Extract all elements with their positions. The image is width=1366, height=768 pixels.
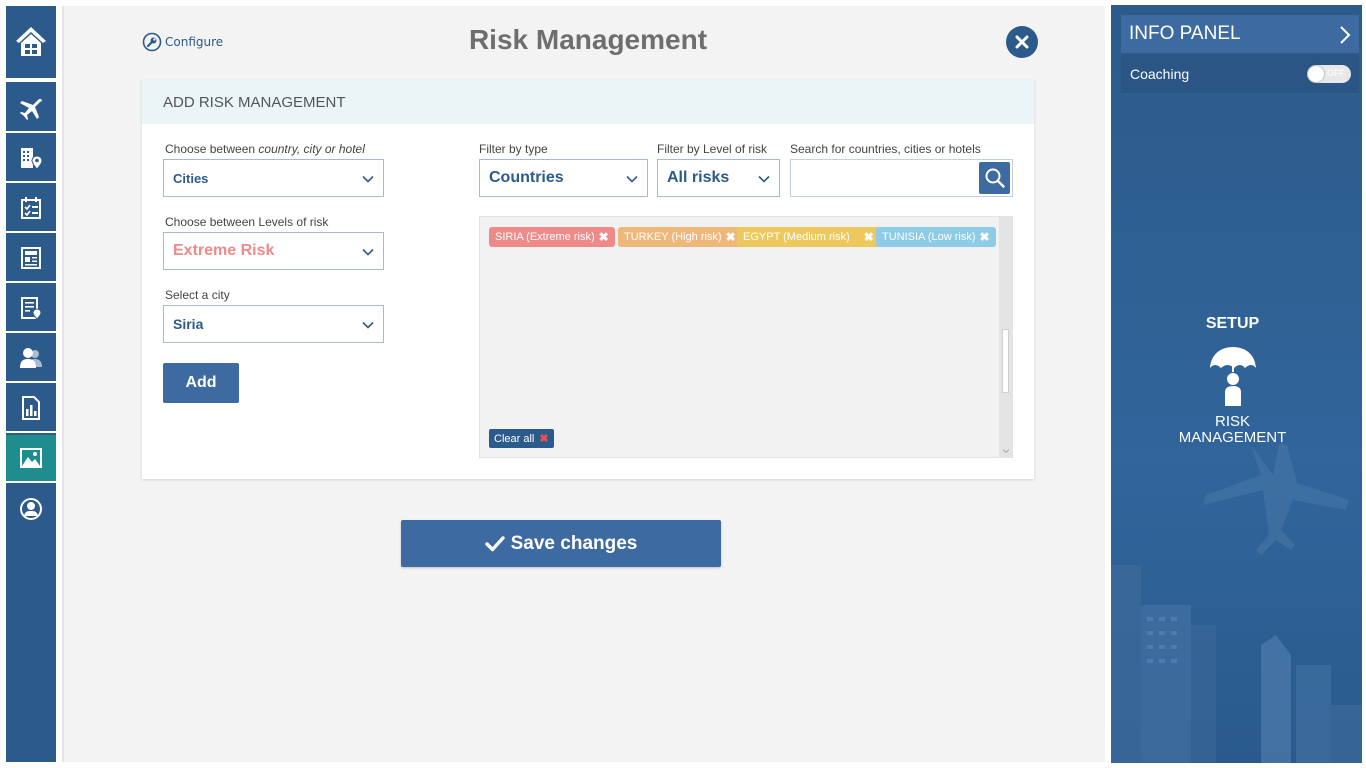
newspaper-icon — [21, 247, 41, 269]
left-navigation — [6, 6, 56, 762]
clear-all-label: Clear all — [494, 432, 535, 445]
type-select-value: Cities — [173, 170, 209, 186]
tag-label: TURKEY (High risk) — [624, 231, 722, 243]
configure-link[interactable]: Configure — [142, 32, 223, 52]
search-field[interactable] — [790, 159, 1013, 197]
tag-label: EGYPT (Medium risk) — [743, 231, 850, 243]
chevron-down-icon — [626, 175, 638, 183]
report-location-icon — [21, 297, 42, 320]
scroll-down-arrow-icon[interactable] — [1002, 447, 1010, 455]
nav-report-charts[interactable] — [6, 385, 56, 433]
chevron-down-icon — [362, 248, 374, 256]
search-button[interactable] — [979, 162, 1010, 194]
chevron-down-icon — [362, 321, 374, 329]
city-select[interactable]: Siria — [163, 305, 384, 343]
home-icon — [16, 27, 46, 56]
tag-label: TUNISIA (Low risk) — [882, 231, 976, 243]
hotel-location-icon — [21, 148, 43, 170]
profile-icon — [20, 498, 42, 520]
search-label: Search for countries, cities or hotels — [790, 142, 981, 156]
wrench-icon — [142, 32, 162, 52]
close-button[interactable] — [1006, 26, 1038, 58]
info-panel-title: INFO PANEL — [1129, 23, 1241, 44]
nav-users[interactable] — [6, 335, 56, 383]
nav-hotels[interactable] — [6, 135, 56, 183]
remove-tag-icon[interactable]: ✖ — [864, 230, 874, 244]
chevron-down-icon — [758, 175, 770, 183]
filter-level-select[interactable]: All risks — [657, 159, 780, 197]
nav-profile[interactable] — [6, 485, 56, 533]
nav-reports-location[interactable] — [6, 285, 56, 333]
plane-icon — [20, 98, 42, 120]
tag-turkey[interactable]: TURKEY (High risk) ✖ — [618, 227, 742, 247]
coaching-toggle[interactable]: OFF — [1307, 65, 1351, 83]
city-label: Select a city — [165, 288, 230, 302]
remove-tag-icon[interactable]: ✖ — [599, 230, 609, 244]
tag-egypt[interactable]: EGYPT (Medium risk) ✖ — [737, 227, 880, 247]
configure-label: Configure — [165, 35, 224, 49]
info-panel-header[interactable]: INFO PANEL — [1121, 15, 1359, 53]
filter-type-label: Filter by type — [479, 142, 548, 156]
setup-title: SETUP — [1205, 315, 1260, 332]
remove-tag-icon[interactable]: ✖ — [980, 230, 990, 244]
calendar-checklist-icon — [21, 197, 41, 219]
tags-scrollbar[interactable] — [999, 217, 1012, 457]
tag-label: SIRIA (Extreme risk) — [495, 231, 595, 243]
users-icon — [20, 348, 42, 368]
save-label: Save changes — [510, 532, 638, 554]
risk-level-value: Extreme Risk — [173, 242, 275, 259]
chevron-right-icon[interactable] — [1339, 25, 1351, 45]
report-chart-icon — [22, 396, 40, 420]
toggle-state: OFF — [1327, 68, 1345, 78]
coaching-row: Coaching OFF — [1121, 55, 1359, 93]
main-content: Configure Risk Management ADD RISK MANAG… — [62, 6, 1105, 762]
nav-flights[interactable] — [6, 85, 56, 133]
type-select[interactable]: Cities — [163, 159, 384, 197]
page-title: Risk Management — [468, 24, 708, 55]
toggle-knob — [1308, 66, 1324, 82]
search-icon — [985, 168, 1005, 188]
info-panel: INFO PANEL Coaching OFF SETUP RISK MANAG… — [1111, 5, 1362, 763]
add-risk-card: ADD RISK MANAGEMENT Choose between count… — [142, 80, 1034, 479]
filter-type-select[interactable]: Countries — [479, 159, 648, 197]
clear-all-button[interactable]: Clear all ✖ — [489, 429, 554, 448]
checkmark-icon — [484, 535, 505, 551]
nav-risk-management[interactable] — [6, 435, 56, 483]
setup-caption: RISK MANAGEMENT — [1178, 413, 1287, 446]
close-icon — [1015, 35, 1029, 49]
tag-siria[interactable]: SIRIA (Extreme risk) ✖ — [489, 227, 615, 247]
selected-tags-box: SIRIA (Extreme risk) ✖ TURKEY (High risk)… — [479, 216, 1013, 458]
image-icon — [20, 448, 42, 468]
nav-home[interactable] — [6, 6, 56, 82]
umbrella-person-icon — [1210, 347, 1256, 406]
nav-calendar[interactable] — [6, 185, 56, 233]
scrollbar-thumb[interactable] — [1002, 329, 1009, 393]
coaching-label: Coaching — [1130, 66, 1190, 82]
remove-all-icon: ✖ — [539, 433, 549, 445]
risk-level-select[interactable]: Extreme Risk — [163, 232, 384, 270]
filter-type-value: Countries — [489, 169, 564, 186]
nav-news[interactable] — [6, 235, 56, 283]
save-changes-button[interactable]: Save changes — [401, 520, 721, 567]
tag-tunisia[interactable]: TUNISIA (Low risk) ✖ — [876, 227, 996, 247]
card-title: ADD RISK MANAGEMENT — [142, 80, 1034, 124]
choose-type-label: Choose between country, city or hotel — [165, 142, 365, 156]
filter-level-value: All risks — [667, 169, 730, 186]
remove-tag-icon[interactable]: ✖ — [726, 230, 736, 244]
add-button[interactable]: Add — [163, 363, 239, 403]
city-select-value: Siria — [173, 316, 204, 332]
chevron-down-icon — [362, 175, 374, 183]
filter-level-label: Filter by Level of risk — [657, 142, 768, 156]
levels-label: Choose between Levels of risk — [165, 215, 329, 229]
